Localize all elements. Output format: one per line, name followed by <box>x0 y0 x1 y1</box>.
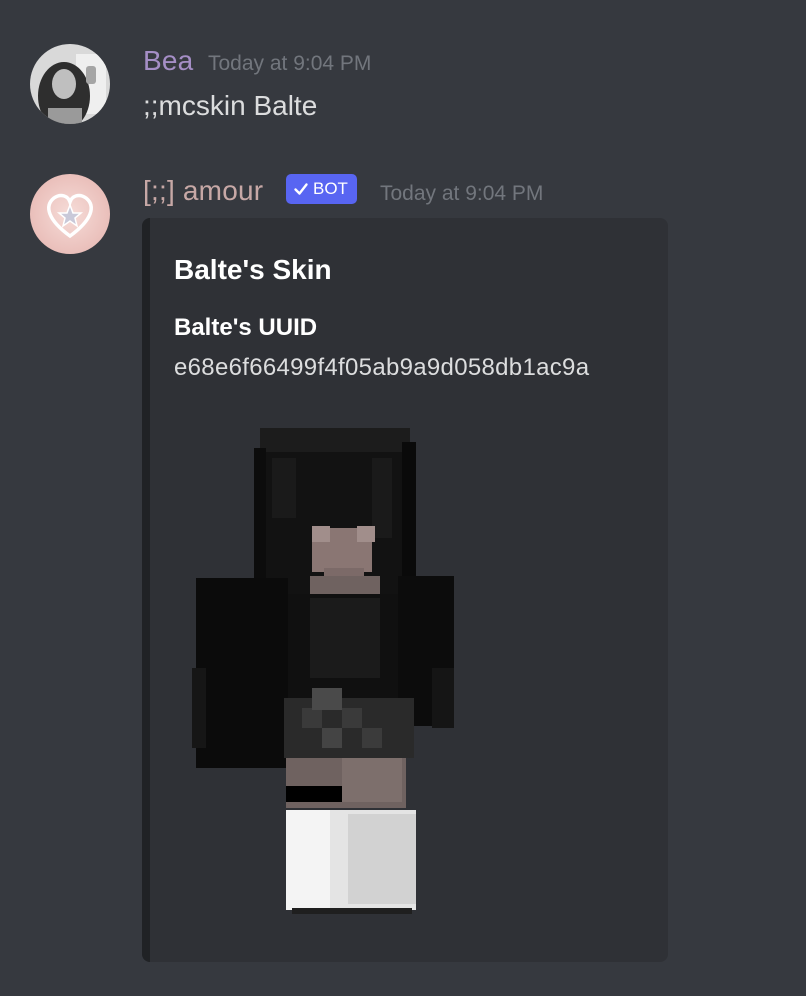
user-avatar[interactable] <box>30 44 110 124</box>
minecraft-skin-image[interactable] <box>192 418 472 928</box>
timestamp: Today at 9:04 PM <box>208 52 372 75</box>
chat-messages: Bea Today at 9:04 PM ;;mcskin Balte [;;]… <box>0 0 806 996</box>
embed: Balte's Skin Balte's UUID e68e6f66499f4f… <box>142 218 668 962</box>
embed-field-name: Balte's UUID <box>174 314 318 341</box>
bot-avatar[interactable] <box>30 174 110 254</box>
bot-badge-label: BOT <box>313 179 348 198</box>
username[interactable]: Bea <box>143 45 193 77</box>
embed-title: Balte's Skin <box>174 254 332 285</box>
heart-star-icon <box>30 174 110 254</box>
timestamp: Today at 9:04 PM <box>380 182 544 205</box>
message-text: ;;mcskin Balte <box>143 90 318 121</box>
bot-badge: BOT <box>286 174 357 204</box>
bot-username[interactable]: [;;] amour <box>143 175 263 207</box>
check-icon <box>294 183 308 195</box>
avatar-image <box>30 44 110 124</box>
embed-field-value[interactable]: e68e6f66499f4f05ab9a9d058db1ac9a <box>174 354 589 382</box>
embed-color-bar <box>142 218 150 962</box>
